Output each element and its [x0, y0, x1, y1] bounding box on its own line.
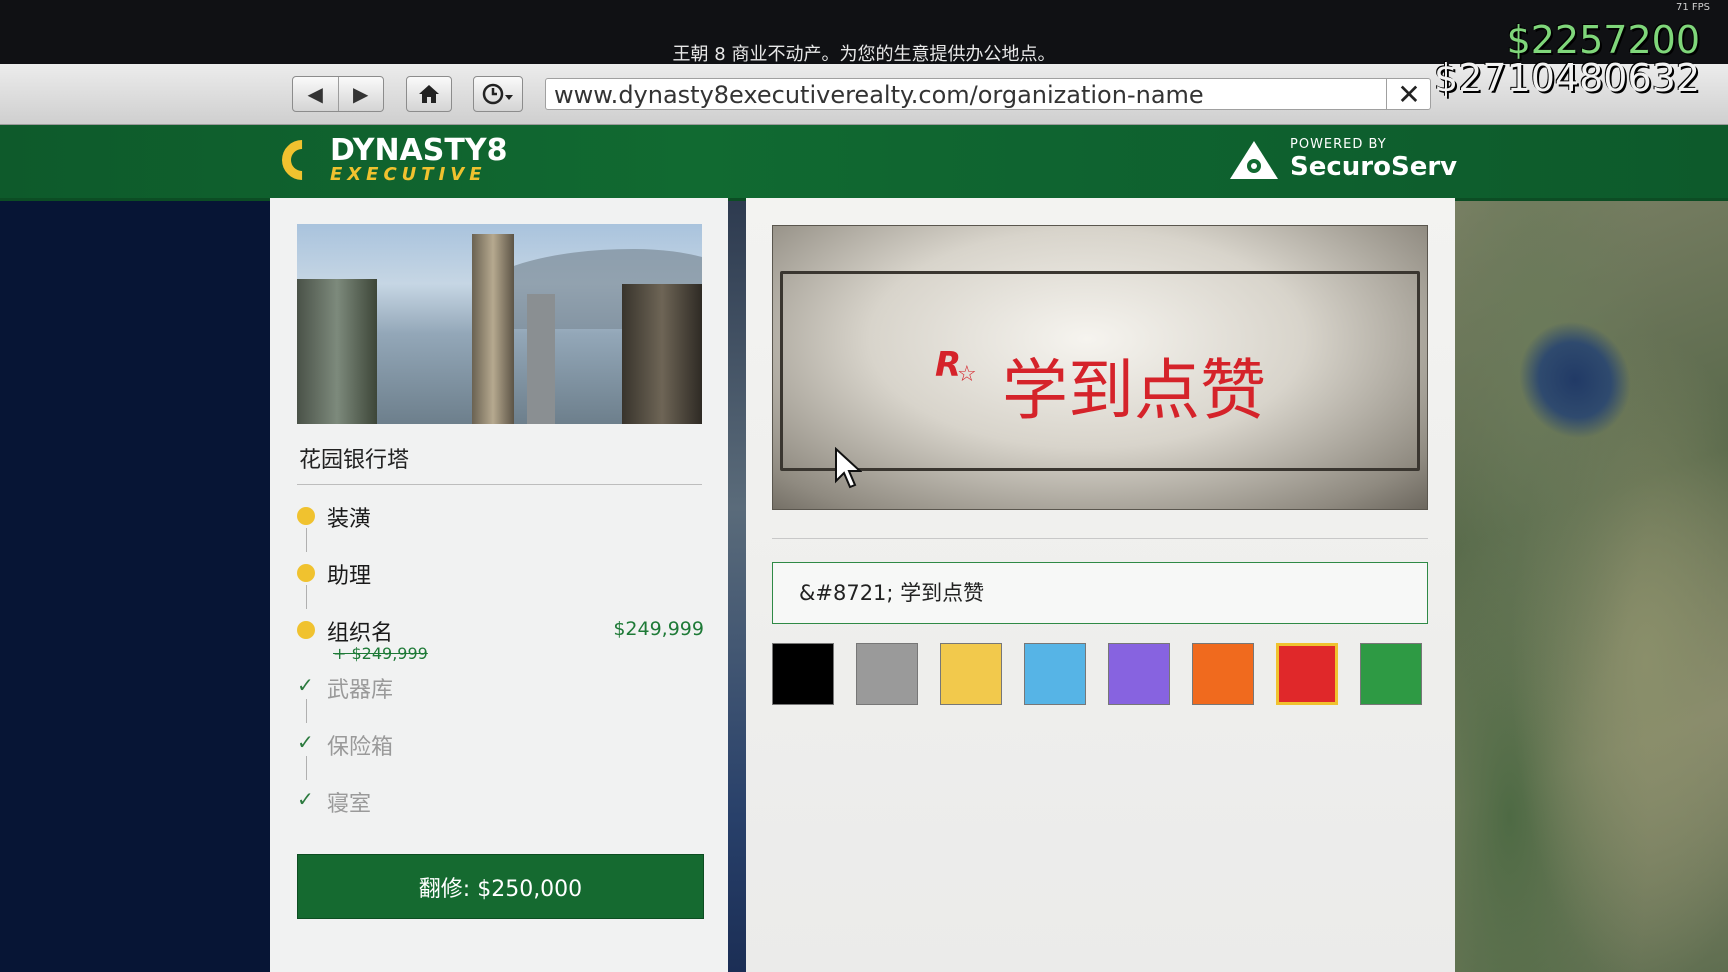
step-label: 武器库	[327, 678, 394, 703]
star-icon: ☆	[957, 362, 977, 387]
fps-counter: 71 FPS	[1675, 2, 1710, 13]
panel-gap	[728, 198, 746, 972]
home-icon	[419, 85, 439, 103]
nav-buttons: ◀ ▶	[292, 76, 384, 112]
home-button[interactable]	[406, 76, 452, 112]
color-swatch-gray[interactable]	[856, 643, 918, 705]
customization-steps: 装潢 助理 组织名 $249,999 + $249,999 ✓ 武器库 ✓ 保险…	[297, 498, 707, 840]
step-label: 装潢	[327, 507, 372, 532]
property-panel: 花园银行塔 装潢 助理 组织名 $249,999 + $249,999 ✓ 武器…	[270, 198, 728, 972]
left-background	[0, 198, 270, 972]
mouse-cursor-icon	[835, 447, 862, 489]
history-button[interactable]	[473, 76, 523, 112]
securoserv-label: SecuroServ	[1290, 152, 1458, 182]
forward-arrow-icon: ▶	[353, 82, 369, 106]
securoserv-icon	[1230, 140, 1278, 179]
color-swatch-yellow[interactable]	[940, 643, 1002, 705]
top-bar: 71 FPS 王朝 8 商业不动产。为您的生意提供办公地点。	[0, 0, 1728, 65]
building-photo	[297, 224, 702, 424]
bank-amount: $2710480632	[1434, 56, 1700, 100]
renovate-button[interactable]: 翻修: $250,000	[297, 854, 704, 919]
powered-by-label: POWERED BY	[1290, 137, 1387, 152]
step-price: $249,999	[613, 618, 704, 640]
step-label: 组织名	[327, 621, 394, 646]
checkmark-icon: ✓	[297, 730, 314, 754]
step-gun-locker[interactable]: ✓ 武器库	[297, 669, 707, 726]
back-arrow-icon: ◀	[307, 82, 323, 106]
organization-name-panel: R ☆ 学到点赞 &#8721; 学到点赞	[746, 198, 1455, 972]
current-step-dot-icon	[297, 507, 315, 525]
step-decor[interactable]: 装潢	[297, 498, 707, 555]
current-step-dot-icon	[297, 621, 315, 639]
step-label: 寝室	[327, 792, 372, 817]
forward-button[interactable]: ▶	[339, 77, 384, 111]
site-header	[0, 125, 1728, 201]
checkmark-icon: ✓	[297, 787, 314, 811]
dynasty8-mark-icon	[273, 131, 331, 189]
divider	[772, 538, 1428, 539]
step-bedroom[interactable]: ✓ 寝室	[297, 783, 707, 840]
logo-line1: DYNASTY8	[330, 133, 508, 168]
sign-preview-text: 学到点赞	[1002, 352, 1266, 429]
current-step-dot-icon	[297, 564, 315, 582]
clock-icon	[482, 83, 513, 105]
close-button[interactable]: ✕	[1386, 77, 1431, 111]
step-sub-price: + $249,999	[333, 644, 428, 663]
logo-line2: EXECUTIVE	[330, 164, 487, 185]
building-name: 花园银行塔	[299, 448, 410, 473]
dynasty8-logo[interactable]: DYNASTY8 EXECUTIVE	[273, 131, 508, 189]
color-swatch-purple[interactable]	[1108, 643, 1170, 705]
map-background	[1455, 198, 1728, 972]
step-label: 助理	[327, 564, 372, 589]
color-swatch-orange[interactable]	[1192, 643, 1254, 705]
close-icon: ✕	[1397, 77, 1421, 111]
color-swatches	[772, 643, 1428, 709]
securoserv-logo: POWERED BY SecuroServ	[1228, 137, 1457, 182]
color-swatch-red[interactable]	[1276, 643, 1338, 705]
organization-name-input[interactable]: &#8721; 学到点赞	[772, 562, 1428, 624]
color-swatch-blue[interactable]	[1024, 643, 1086, 705]
step-assistant[interactable]: 助理	[297, 555, 707, 612]
divider	[297, 484, 702, 485]
sign-preview: R ☆ 学到点赞	[772, 225, 1428, 510]
step-safe[interactable]: ✓ 保险箱	[297, 726, 707, 783]
checkmark-icon: ✓	[297, 673, 314, 697]
url-field[interactable]: www.dynasty8executiverealty.com/organiza…	[545, 78, 1431, 110]
color-swatch-black[interactable]	[772, 643, 834, 705]
color-swatch-green[interactable]	[1360, 643, 1422, 705]
step-organization-name[interactable]: 组织名 $249,999 + $249,999	[297, 612, 707, 669]
step-label: 保险箱	[327, 735, 394, 760]
back-button[interactable]: ◀	[293, 77, 339, 111]
